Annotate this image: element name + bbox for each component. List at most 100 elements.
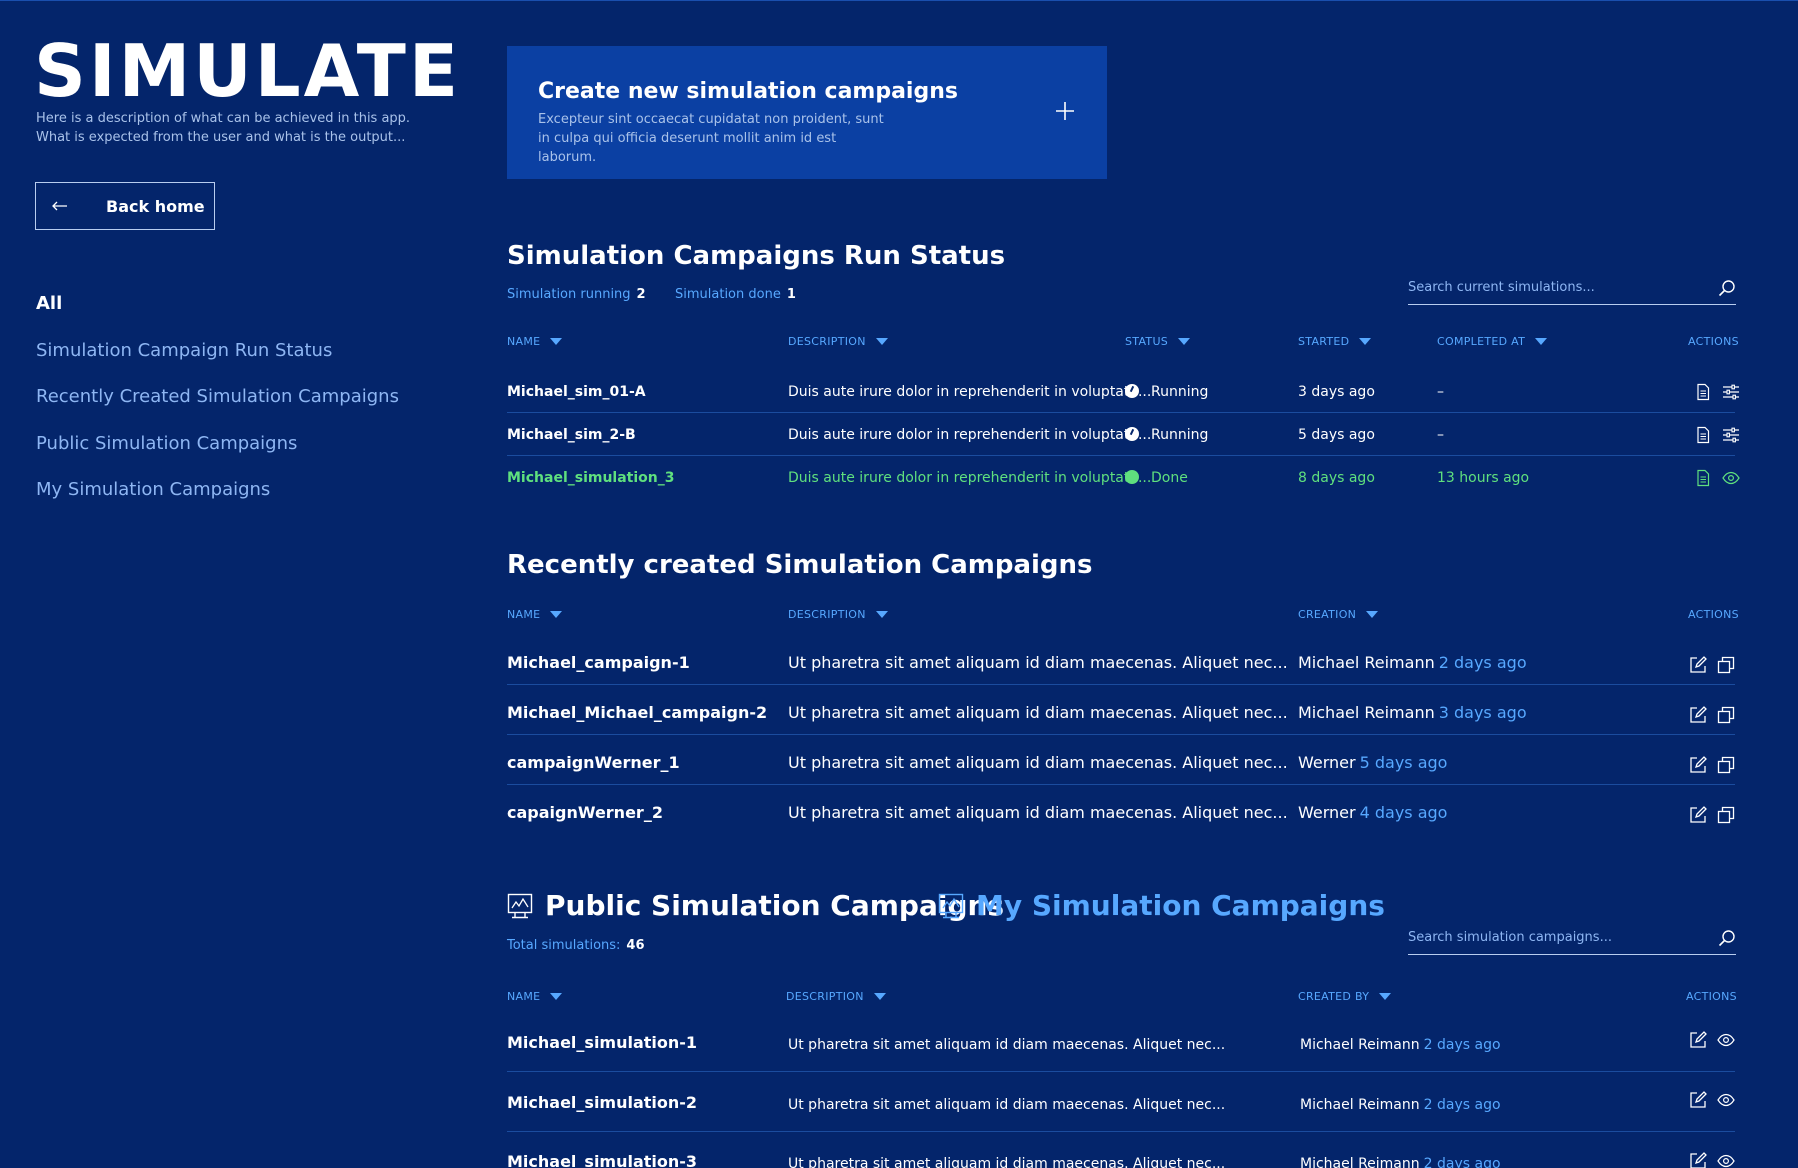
document-icon[interactable] [1694,383,1712,401]
col-name[interactable]: NAME [507,335,563,348]
row-when: 3 days ago [1438,703,1527,722]
row-actions [1689,1091,1735,1109]
search-current-input[interactable] [1408,280,1688,295]
caret-down-icon [1178,338,1191,345]
tab-my-label: My Simulation Campaigns [976,889,1385,922]
table-row[interactable]: Michael_sim_01-A Duis aute irure dolor i… [507,383,1739,413]
row-completed: 13 hours ago [1437,470,1530,486]
row-name[interactable]: Michael_simulation-2 [507,1093,697,1113]
search-icon[interactable] [1718,929,1736,947]
chart-board-icon [507,893,533,918]
back-home-button[interactable]: Back home [35,182,215,230]
stat-total-label: Total simulations: [507,938,621,953]
row-author: Michael Reimann [1298,653,1435,672]
col-status[interactable]: STATUS [1125,335,1191,348]
row-name[interactable]: Michael_simulation-3 [507,1152,697,1168]
row-name[interactable]: campaignWerner_1 [507,753,680,773]
edit-icon[interactable] [1689,1091,1707,1109]
row-actions [1689,706,1735,724]
row-status: Done [1125,469,1188,487]
edit-icon[interactable] [1689,706,1707,724]
row-description: Duis aute irure dolor in reprehenderit i… [788,384,1152,400]
table-row[interactable]: campaignWerner_1 Ut pharetra sit amet al… [507,753,1735,785]
row-description: Duis aute irure dolor in reprehenderit i… [788,427,1152,443]
sliders-icon[interactable] [1722,383,1740,401]
chart-board-icon [938,893,964,918]
search-campaigns-input[interactable] [1408,930,1688,945]
row-status-text: Done [1151,470,1188,486]
sidebar-item-all[interactable]: All [36,291,399,338]
row-creation: Werner 4 days ago [1298,803,1447,823]
table-row[interactable]: Michael_simulation-1 Ut pharetra sit ame… [507,1031,1735,1072]
tab-public-campaigns[interactable]: Public Simulation Campaigns [507,889,1004,922]
col-description[interactable]: DESCRIPTION [786,990,886,1003]
row-created-by: Michael Reimann 2 days ago [1300,1035,1501,1055]
table-row[interactable]: Michael_Michael_campaign-2 Ut pharetra s… [507,703,1735,735]
table-row[interactable]: capaignWerner_2 Ut pharetra sit amet ali… [507,803,1735,835]
caret-down-icon [550,993,563,1000]
eye-icon[interactable] [1722,469,1740,487]
sidebar-item-recent[interactable]: Recently Created Simulation Campaigns [36,384,399,431]
copy-icon[interactable] [1717,656,1735,674]
row-name[interactable]: Michael_sim_01-A [507,383,646,401]
row-name[interactable]: Michael_simulation-1 [507,1033,697,1053]
row-creation: Michael Reimann 2 days ago [1298,653,1527,673]
row-author: Werner [1298,803,1356,822]
col-description[interactable]: DESCRIPTION [788,608,888,621]
col-created-by[interactable]: CREATED BY [1298,990,1392,1003]
search-icon[interactable] [1718,279,1736,297]
row-name[interactable]: Michael_Michael_campaign-2 [507,703,767,723]
row-status: Running [1125,383,1208,401]
row-actions [1694,426,1740,444]
tab-my-campaigns[interactable]: My Simulation Campaigns [938,889,1385,922]
edit-icon[interactable] [1689,756,1707,774]
eye-icon[interactable] [1717,1091,1735,1109]
sidebar-item-my[interactable]: My Simulation Campaigns [36,477,399,524]
row-when: 2 days ago [1423,1037,1501,1053]
col-started[interactable]: STARTED [1298,335,1372,348]
copy-icon[interactable] [1717,706,1735,724]
row-actions [1689,756,1735,774]
eye-icon[interactable] [1717,1031,1735,1049]
row-name[interactable]: capaignWerner_2 [507,803,663,823]
stat-done-value: 1 [786,287,796,302]
row-author: Michael Reimann [1300,1037,1420,1053]
app-title: SIMULATE [34,29,462,113]
copy-icon[interactable] [1717,756,1735,774]
eye-icon[interactable] [1717,1152,1735,1168]
edit-icon[interactable] [1689,656,1707,674]
row-name[interactable]: Michael_simulation_3 [507,469,675,487]
table-row[interactable]: Michael_sim_2-B Duis aute irure dolor in… [507,426,1739,456]
sliders-icon[interactable] [1722,426,1740,444]
sidebar-item-public[interactable]: Public Simulation Campaigns [36,431,399,478]
col-created-by-label: CREATED BY [1298,990,1370,1003]
table-row[interactable]: Michael_campaign-1 Ut pharetra sit amet … [507,653,1735,685]
col-actions-label: ACTIONS [1686,990,1737,1003]
document-icon[interactable] [1694,426,1712,444]
col-completed[interactable]: COMPLETED AT [1437,335,1548,348]
col-name-label: NAME [507,608,541,621]
table-row[interactable]: Michael_simulation-2 Ut pharetra sit ame… [507,1091,1735,1132]
row-name[interactable]: Michael_sim_2-B [507,426,636,444]
col-description[interactable]: DESCRIPTION [788,335,888,348]
edit-icon[interactable] [1689,1031,1707,1049]
edit-icon[interactable] [1689,806,1707,824]
table-row[interactable]: Michael_simulation-3 Ut pharetra sit ame… [507,1152,1735,1168]
sidebar-item-run-status[interactable]: Simulation Campaign Run Status [36,338,399,385]
table-row[interactable]: Michael_simulation_3 Duis aute irure dol… [507,469,1740,499]
document-icon[interactable] [1694,469,1712,487]
col-completed-label: COMPLETED AT [1437,335,1526,348]
col-creation[interactable]: CREATION [1298,608,1379,621]
edit-icon[interactable] [1689,1152,1707,1168]
caret-down-icon [1366,611,1379,618]
col-actions: ACTIONS [1686,990,1737,1003]
plus-icon[interactable] [1055,101,1075,121]
create-card-subtitle: Excepteur sint occaecat cupidatat non pr… [538,112,884,165]
row-name[interactable]: Michael_campaign-1 [507,653,690,673]
create-campaign-card[interactable]: Create new simulation campaigns Excepteu… [507,46,1107,179]
col-name[interactable]: NAME [507,608,563,621]
col-name-label: NAME [507,990,541,1003]
caret-down-icon [1535,338,1548,345]
copy-icon[interactable] [1717,806,1735,824]
col-name[interactable]: NAME [507,990,563,1003]
